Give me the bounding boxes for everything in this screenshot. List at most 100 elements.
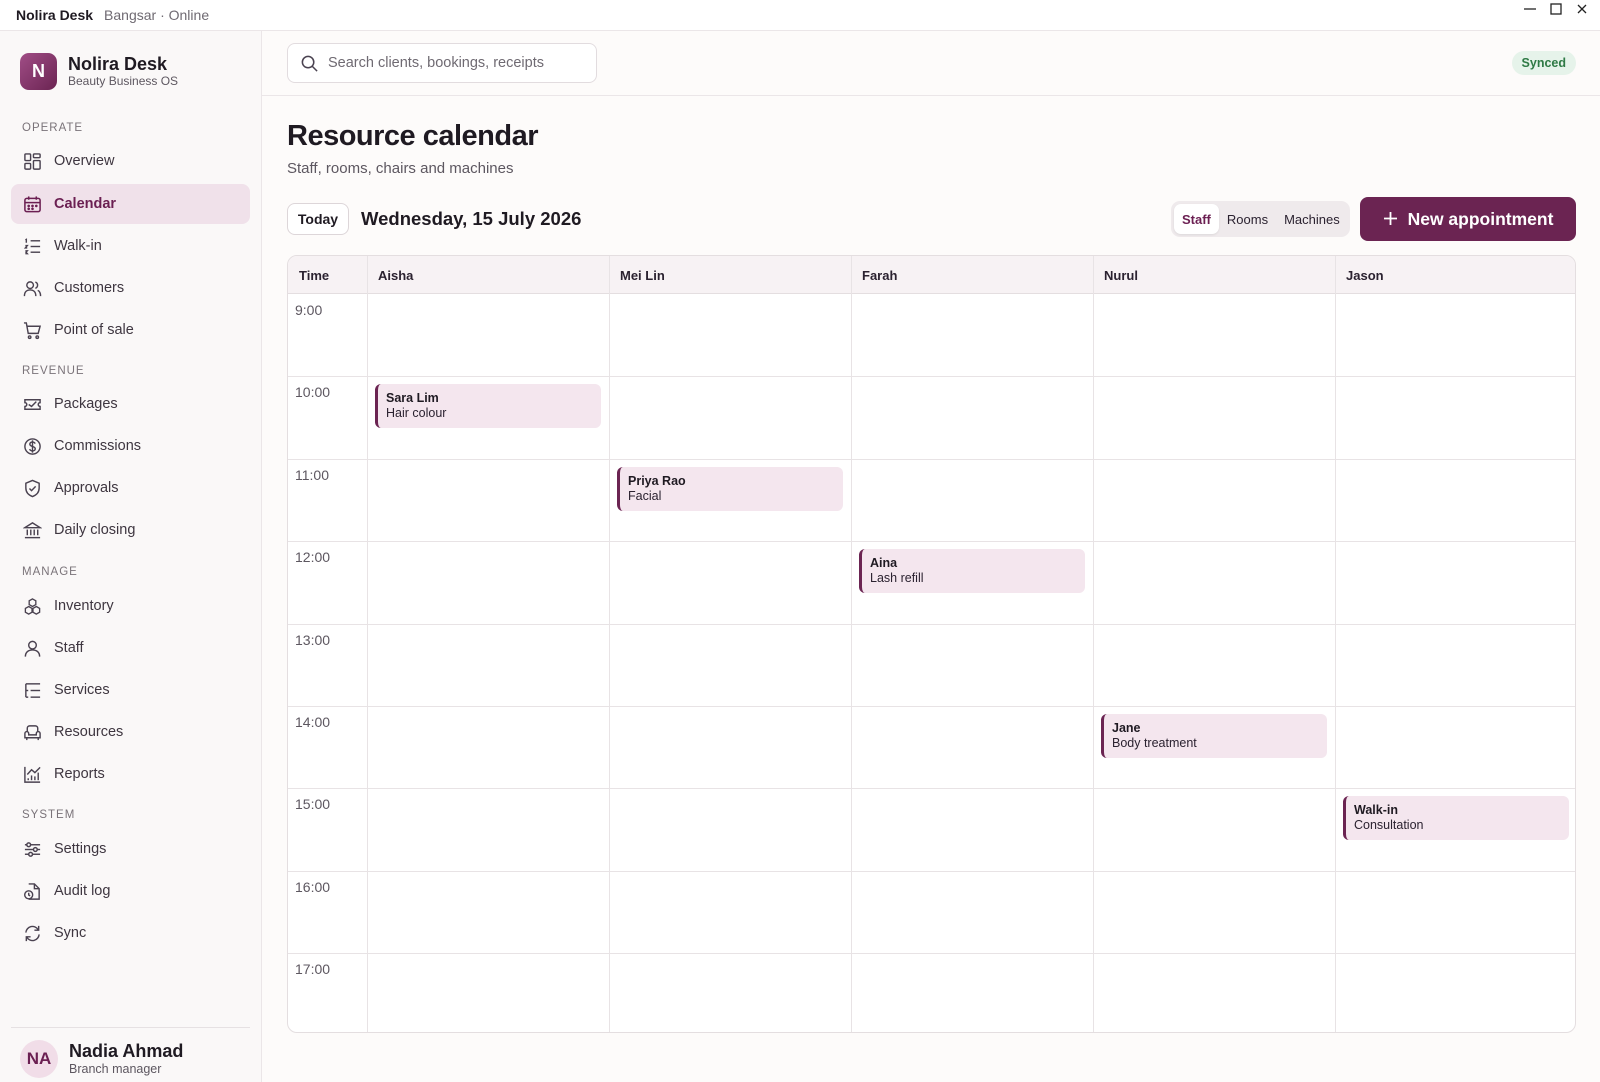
appointment-service: Hair colour bbox=[386, 406, 447, 420]
sidebar-item-commissions[interactable]: Commissions bbox=[11, 426, 250, 466]
view-tab-rooms[interactable]: Rooms bbox=[1219, 204, 1276, 234]
appointment-card[interactable]: Aina Lash refill bbox=[859, 549, 1085, 593]
nav-section-system: SYSTEM bbox=[22, 809, 76, 821]
maximize-icon[interactable] bbox=[1546, 0, 1566, 17]
new-appointment-button[interactable]: New appointment bbox=[1360, 197, 1576, 241]
hour-divider bbox=[288, 459, 1575, 460]
time-slot-label: 17:00 bbox=[295, 961, 331, 977]
time-slot-label: 14:00 bbox=[295, 714, 331, 730]
resource-column-header[interactable]: Nurul bbox=[1093, 256, 1335, 294]
resource-column-header[interactable]: Farah bbox=[851, 256, 1093, 294]
appointment-client: Sara Lim bbox=[386, 391, 439, 405]
column-divider bbox=[1093, 256, 1094, 1032]
sidebar-item-inventory[interactable]: Inventory bbox=[11, 586, 250, 626]
close-icon[interactable] bbox=[1572, 0, 1592, 17]
page-subtitle: Staff, rooms, chairs and machines bbox=[287, 160, 514, 177]
sliders-icon bbox=[24, 841, 41, 857]
today-button[interactable]: Today bbox=[287, 203, 349, 235]
sidebar-item-resources[interactable]: Resources bbox=[11, 712, 250, 752]
sidebar-item-calendar[interactable]: Calendar bbox=[11, 184, 250, 224]
time-column-header: Time bbox=[299, 267, 330, 283]
time-slot-label: 16:00 bbox=[295, 879, 331, 895]
armchair-icon bbox=[24, 724, 41, 740]
grid-icon bbox=[24, 152, 41, 170]
resource-calendar-grid: Time Aisha Mei Lin Farah Nurul Jason 9:00 10:00… bbox=[287, 255, 1576, 1033]
profile-role: Branch manager bbox=[69, 1062, 162, 1076]
appointment-card[interactable]: Priya Rao Facial bbox=[617, 467, 843, 511]
sidebar-item-label: Daily closing bbox=[54, 522, 136, 538]
appointment-client: Priya Rao bbox=[628, 474, 686, 488]
nav-section-operate: OPERATE bbox=[22, 122, 84, 134]
sidebar-item-label: Inventory bbox=[54, 598, 114, 614]
window-controls bbox=[1520, 0, 1592, 17]
column-divider bbox=[367, 256, 368, 1032]
sidebar-item-label: Reports bbox=[54, 766, 105, 782]
boxes-icon bbox=[24, 597, 41, 615]
hour-divider bbox=[288, 871, 1575, 872]
sidebar-item-label: Resources bbox=[54, 724, 124, 740]
sidebar-item-overview[interactable]: Overview bbox=[11, 141, 250, 181]
sidebar-item-sync[interactable]: Sync bbox=[11, 913, 250, 953]
sidebar-item-label: Walk-in bbox=[54, 238, 102, 254]
sidebar: N Nolira Desk Beauty Business OS OPERATE… bbox=[0, 31, 262, 1082]
time-slot-label: 11:00 bbox=[295, 467, 329, 483]
sidebar-item-staff[interactable]: Staff bbox=[11, 628, 250, 668]
file-clock-icon bbox=[23, 882, 40, 900]
sync-status-badge: Synced bbox=[1511, 51, 1576, 75]
appointment-card[interactable]: Walk-in Consultation bbox=[1343, 796, 1569, 840]
sidebar-item-walk-in[interactable]: Walk-in bbox=[11, 226, 250, 266]
current-date: Wednesday, 15 July 2026 bbox=[361, 208, 582, 229]
dollar-icon bbox=[24, 437, 41, 455]
list-tree-icon bbox=[25, 682, 41, 698]
page-title: Resource calendar bbox=[287, 120, 539, 152]
sidebar-item-label: Audit log bbox=[54, 883, 111, 899]
minimize-icon[interactable] bbox=[1520, 0, 1540, 17]
sidebar-item-point-of-sale[interactable]: Point of sale bbox=[11, 310, 250, 350]
bank-icon bbox=[23, 521, 42, 538]
sidebar-item-packages[interactable]: Packages bbox=[11, 384, 250, 424]
column-divider bbox=[609, 256, 610, 1032]
time-slot-label: 13:00 bbox=[295, 632, 331, 648]
hour-divider bbox=[288, 953, 1575, 954]
sidebar-item-approvals[interactable]: Approvals bbox=[11, 468, 250, 508]
calendar-icon bbox=[24, 195, 41, 212]
nav-section-revenue: REVENUE bbox=[22, 365, 85, 377]
appointment-card[interactable]: Sara Lim Hair colour bbox=[375, 384, 601, 428]
search-box[interactable] bbox=[287, 43, 597, 83]
appointment-client: Jane bbox=[1112, 721, 1141, 735]
plus-icon bbox=[1383, 208, 1398, 230]
search-input[interactable] bbox=[328, 55, 588, 71]
sidebar-item-label: Services bbox=[54, 682, 110, 698]
sidebar-item-label: Customers bbox=[54, 280, 125, 296]
sidebar-item-label: Staff bbox=[54, 640, 84, 656]
time-slot-label: 10:00 bbox=[295, 384, 331, 400]
appointment-card[interactable]: Jane Body treatment bbox=[1101, 714, 1327, 758]
brand-name: Nolira Desk bbox=[68, 54, 168, 74]
window-location: Bangsar · Online bbox=[104, 7, 210, 23]
nav-section-manage: MANAGE bbox=[22, 566, 78, 578]
sidebar-item-label: Approvals bbox=[54, 480, 119, 496]
appointment-service: Lash refill bbox=[870, 571, 924, 585]
search-icon bbox=[301, 55, 318, 72]
resource-column-header[interactable]: Aisha bbox=[367, 256, 609, 294]
sidebar-item-reports[interactable]: Reports bbox=[11, 754, 250, 794]
hour-divider bbox=[288, 376, 1575, 377]
window-titlebar: Nolira Desk Bangsar · Online bbox=[0, 0, 1600, 31]
user-profile[interactable]: NA Nadia Ahmad Branch manager bbox=[11, 1027, 250, 1078]
sidebar-item-label: Commissions bbox=[54, 438, 142, 454]
sidebar-item-daily-closing[interactable]: Daily closing bbox=[11, 510, 250, 550]
sidebar-item-customers[interactable]: Customers bbox=[11, 268, 250, 308]
sidebar-item-audit-log[interactable]: Audit log bbox=[11, 871, 250, 911]
sidebar-item-settings[interactable]: Settings bbox=[11, 829, 250, 869]
topbar: Synced bbox=[262, 31, 1600, 96]
sidebar-item-services[interactable]: Services bbox=[11, 670, 250, 710]
resource-column-header[interactable]: Jason bbox=[1335, 256, 1575, 294]
time-slot-label: 12:00 bbox=[295, 549, 331, 565]
sidebar-item-label: Packages bbox=[54, 396, 118, 412]
cart-icon bbox=[23, 321, 42, 339]
profile-name: Nadia Ahmad bbox=[69, 1041, 184, 1061]
view-tab-staff[interactable]: Staff bbox=[1174, 204, 1219, 234]
appointment-client: Aina bbox=[870, 556, 898, 570]
view-tab-machines[interactable]: Machines bbox=[1276, 204, 1348, 234]
resource-column-header[interactable]: Mei Lin bbox=[609, 256, 851, 294]
